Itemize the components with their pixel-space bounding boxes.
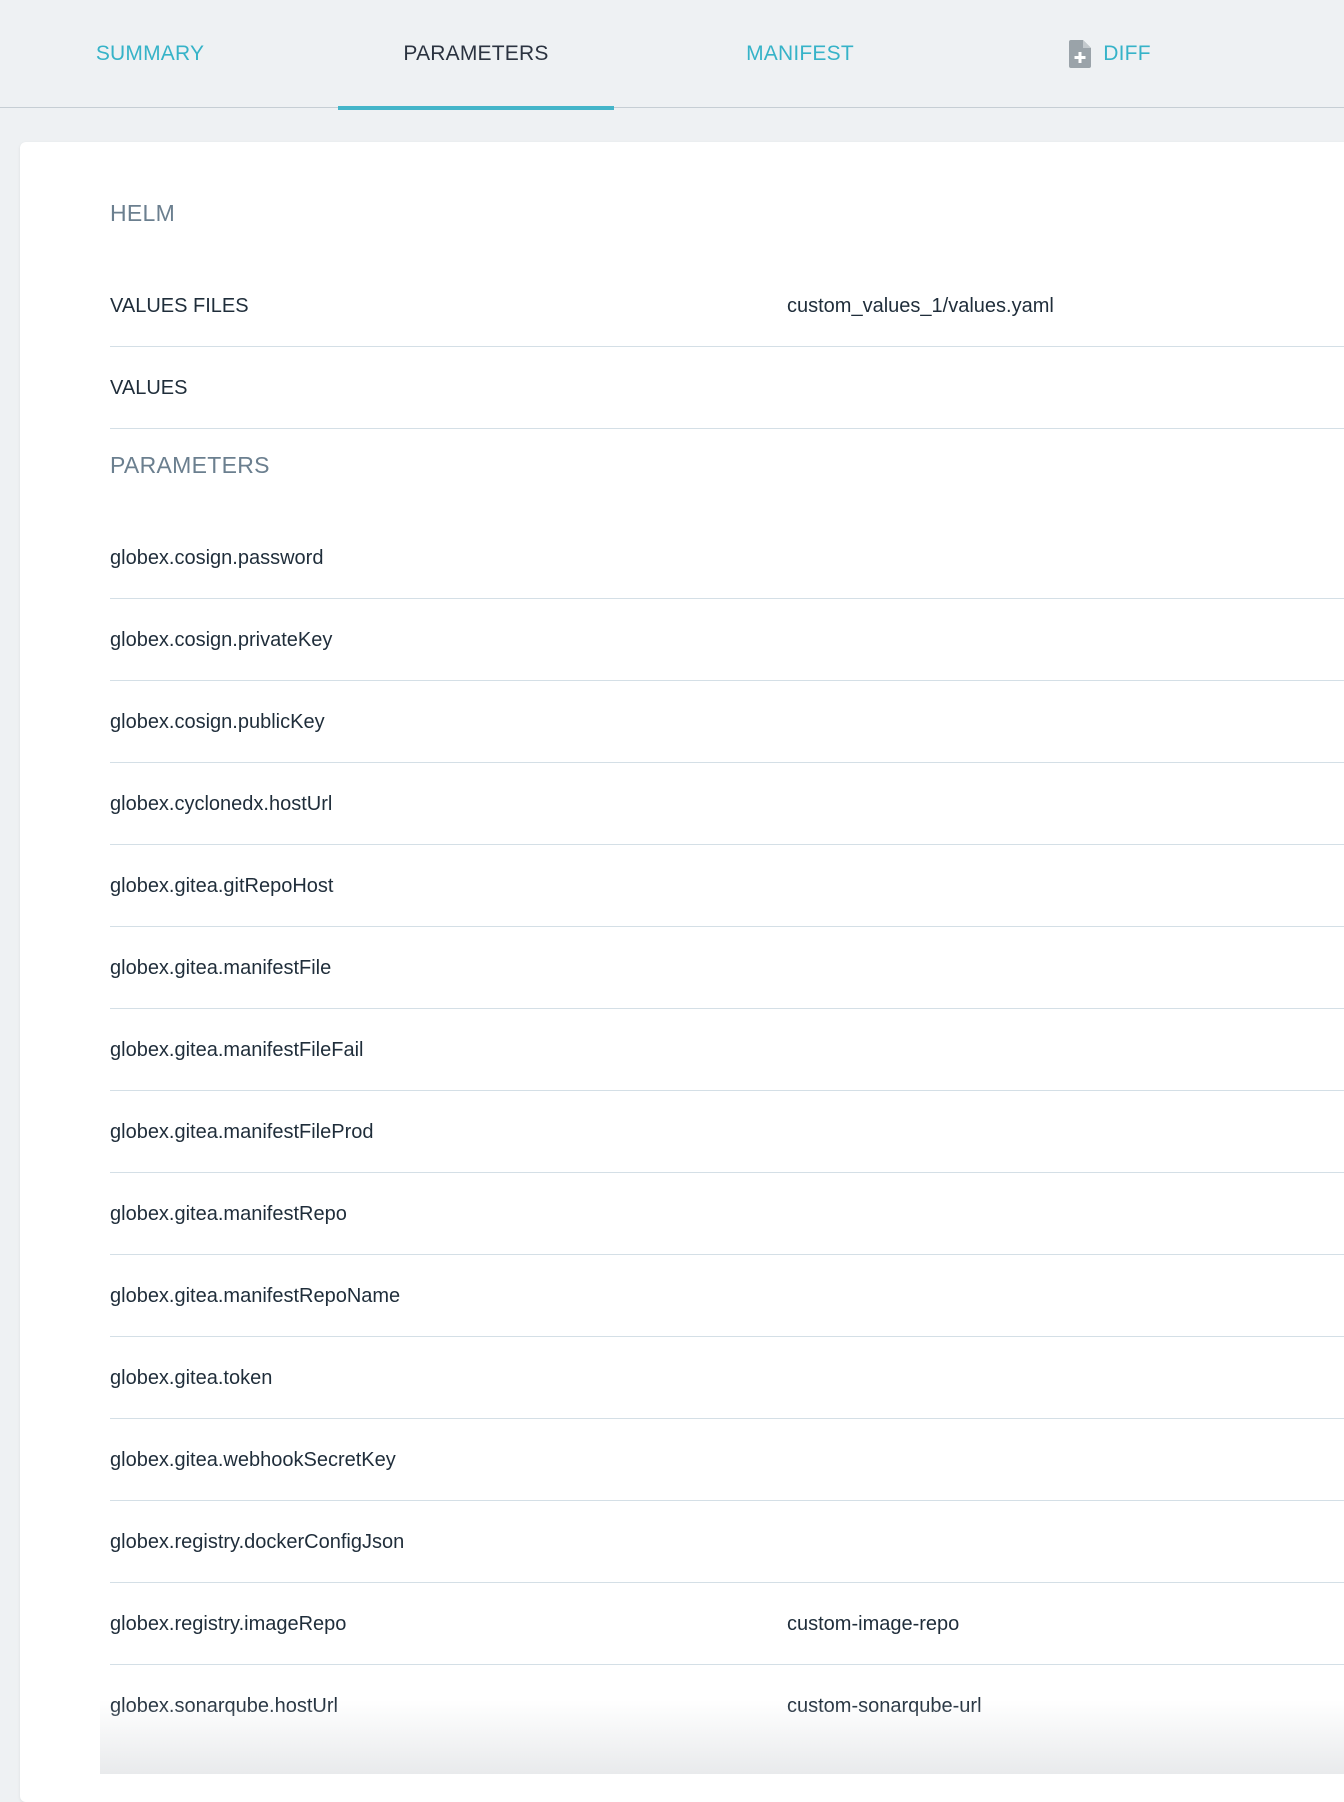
row-key: globex.registry.dockerConfigJson xyxy=(110,1531,405,1553)
row-value: custom-sonarqube-url xyxy=(787,1695,982,1717)
row-value: custom_values_1/values.yaml xyxy=(787,295,1054,317)
row-value: custom-image-repo xyxy=(787,1613,960,1635)
table-row: globex.gitea.manifestRepo xyxy=(110,1173,1344,1255)
table-row: globex.gitea.gitRepoHost xyxy=(110,845,1344,927)
table-row: globex.registry.dockerConfigJson xyxy=(110,1501,1344,1583)
table-row: globex.gitea.webhookSecretKey xyxy=(110,1419,1344,1501)
row-key: globex.gitea.manifestFileProd xyxy=(110,1121,374,1143)
row-key: globex.gitea.manifestFile xyxy=(110,957,332,979)
table-row: globex.registry.imageRepo custom-image-r… xyxy=(110,1583,1344,1665)
table-row: globex.cosign.privateKey xyxy=(110,599,1344,681)
table-row: VALUES xyxy=(110,347,1344,429)
table-row: globex.sonarqube.hostUrl custom-sonarqub… xyxy=(110,1665,1344,1747)
row-key: globex.gitea.token xyxy=(110,1367,273,1389)
row-key: globex.gitea.manifestFileFail xyxy=(110,1039,364,1061)
row-key: globex.cosign.privateKey xyxy=(110,629,333,651)
helm-section-title: HELM xyxy=(110,200,176,226)
table-row: globex.gitea.manifestRepoName xyxy=(110,1255,1344,1337)
tab-bar: SUMMARY PARAMETERS MANIFEST DIFF xyxy=(0,0,1344,110)
table-row: globex.gitea.manifestFile xyxy=(110,927,1344,1009)
table-row: globex.cosign.publicKey xyxy=(110,681,1344,763)
row-key: globex.gitea.gitRepoHost xyxy=(110,875,334,897)
row-key: globex.registry.imageRepo xyxy=(110,1613,347,1635)
row-key: globex.gitea.manifestRepoName xyxy=(110,1285,401,1307)
tab-summary[interactable]: SUMMARY xyxy=(60,0,240,108)
row-key: globex.cosign.publicKey xyxy=(110,711,325,733)
table-row: globex.gitea.token xyxy=(110,1337,1344,1419)
tab-diff[interactable]: DIFF xyxy=(1040,0,1180,108)
row-key: globex.gitea.manifestRepo xyxy=(110,1203,347,1225)
row-key: globex.cyclonedx.hostUrl xyxy=(110,793,333,815)
row-key: VALUES FILES xyxy=(110,295,249,317)
table-row: globex.cosign.password xyxy=(110,517,1344,599)
parameters-panel: HELM VALUES FILES custom_values_1/values… xyxy=(20,142,1344,1802)
table-row: globex.gitea.manifestFileProd xyxy=(110,1091,1344,1173)
row-key: globex.gitea.webhookSecretKey xyxy=(110,1449,396,1471)
file-plus-icon xyxy=(1069,40,1092,68)
row-key: globex.sonarqube.hostUrl xyxy=(110,1695,338,1717)
table-row: globex.gitea.manifestFileFail xyxy=(110,1009,1344,1091)
tab-diff-label: DIFF xyxy=(1103,42,1151,65)
table-row: globex.cyclonedx.hostUrl xyxy=(110,763,1344,845)
row-key: VALUES xyxy=(110,377,188,399)
tab-manifest-label: MANIFEST xyxy=(746,42,854,65)
tab-parameters[interactable]: PARAMETERS xyxy=(338,0,614,110)
table-row: VALUES FILES custom_values_1/values.yaml xyxy=(110,265,1344,347)
row-key: globex.cosign.password xyxy=(110,547,324,569)
tab-summary-label: SUMMARY xyxy=(95,42,205,65)
tab-parameters-label: PARAMETERS xyxy=(403,42,549,65)
parameters-section-title: PARAMETERS xyxy=(110,452,270,478)
tab-manifest[interactable]: MANIFEST xyxy=(720,0,880,108)
